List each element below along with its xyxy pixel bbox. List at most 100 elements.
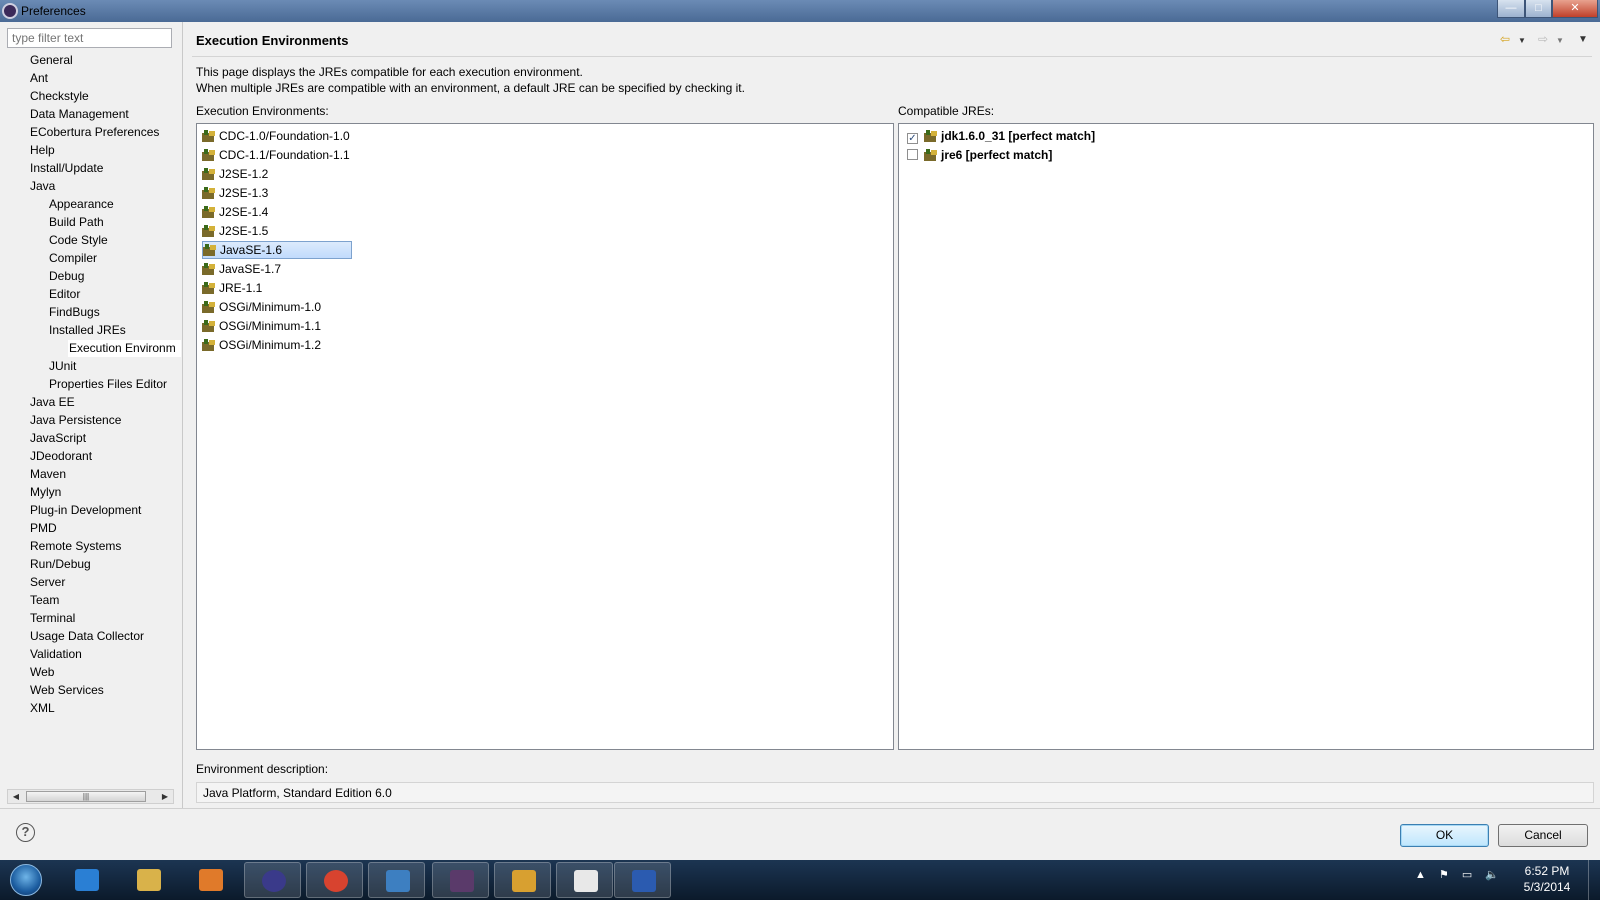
- tree-item[interactable]: Checkstyle: [30, 88, 89, 105]
- jar-library-icon: [202, 206, 217, 218]
- taskbar-app-windows-media-player[interactable]: [182, 862, 239, 898]
- jre-label: jdk1.6.0_31 [perfect match]: [941, 129, 1096, 143]
- clock-time: 6:52 PM: [1524, 864, 1570, 878]
- taskbar-app-java-ee-ide[interactable]: [432, 862, 489, 898]
- tree-item[interactable]: Java Persistence: [30, 412, 121, 429]
- environment-item[interactable]: OSGi/Minimum-1.0: [202, 298, 321, 316]
- back-arrow-icon[interactable]: ⇦: [1500, 32, 1510, 46]
- taskbar-app-notepad[interactable]: [556, 862, 613, 898]
- tree-item[interactable]: Remote Systems: [30, 538, 121, 555]
- jre-item[interactable]: ✓ jdk1.6.0_31 [perfect match]: [907, 127, 1095, 145]
- tree-item[interactable]: PMD: [30, 520, 57, 537]
- tree-item[interactable]: Plug-in Development: [30, 502, 141, 519]
- tree-item[interactable]: FindBugs: [49, 304, 100, 321]
- tree-item[interactable]: Web Services: [30, 682, 104, 699]
- environment-label: J2SE-1.4: [219, 205, 269, 219]
- tree-item[interactable]: Run/Debug: [30, 556, 91, 573]
- environments-list[interactable]: CDC-1.0/Foundation-1.0 CDC-1.1/Foundation…: [196, 123, 894, 750]
- environment-item[interactable]: JavaSE-1.6: [202, 241, 352, 259]
- tree-item[interactable]: Validation: [30, 646, 82, 663]
- environment-item[interactable]: CDC-1.0/Foundation-1.0: [202, 127, 350, 145]
- jre-checkbox[interactable]: [907, 149, 918, 160]
- scrollbar-thumb[interactable]: |||: [26, 791, 146, 802]
- footer-divider: [0, 808, 1600, 809]
- start-button[interactable]: [4, 862, 48, 898]
- tree-item[interactable]: Mylyn: [30, 484, 61, 501]
- tree-item[interactable]: Server: [30, 574, 65, 591]
- tree-item[interactable]: General: [30, 52, 73, 69]
- tree-item[interactable]: ECobertura Preferences: [30, 124, 159, 141]
- view-menu-icon[interactable]: ▼: [1578, 34, 1588, 45]
- clock[interactable]: 6:52 PM 5/3/2014: [1512, 863, 1582, 895]
- jar-library-icon: [202, 149, 217, 161]
- tree-item[interactable]: Debug: [49, 268, 84, 285]
- tree-item[interactable]: Properties Files Editor: [49, 376, 167, 393]
- sash-divider[interactable]: [182, 22, 183, 808]
- tree-item[interactable]: Compiler: [49, 250, 97, 267]
- tree-item[interactable]: Data Management: [30, 106, 129, 123]
- taskbar-app-windows-explorer[interactable]: [120, 862, 177, 898]
- tree-item[interactable]: Appearance: [49, 196, 114, 213]
- environment-item[interactable]: CDC-1.1/Foundation-1.1: [202, 146, 350, 164]
- tree-item[interactable]: Web: [30, 664, 54, 681]
- volume-icon[interactable]: 🔈: [1485, 869, 1499, 881]
- question-mark-icon[interactable]: ?: [16, 823, 35, 842]
- taskbar-app-lync[interactable]: [368, 862, 425, 898]
- scroll-left-icon[interactable]: ◀: [10, 791, 22, 802]
- google-chrome-icon: [324, 870, 348, 892]
- tree-item[interactable]: Install/Update: [30, 160, 103, 177]
- back-dropdown-icon[interactable]: ▼: [1518, 36, 1526, 45]
- tree-item[interactable]: JUnit: [49, 358, 76, 375]
- scroll-right-icon[interactable]: ▶: [159, 791, 171, 802]
- tree-item[interactable]: Editor: [49, 286, 80, 303]
- page-description: This page displays the JREs compatible f…: [196, 64, 745, 96]
- maximize-button[interactable]: □: [1525, 0, 1552, 18]
- tree-item[interactable]: Help: [30, 142, 55, 159]
- tree-item[interactable]: Ant: [30, 70, 48, 87]
- jre-item[interactable]: jre6 [perfect match]: [907, 146, 1052, 164]
- environment-label: CDC-1.0/Foundation-1.0: [219, 129, 350, 143]
- taskbar-app-eclipse[interactable]: [244, 862, 301, 898]
- forward-dropdown-icon[interactable]: ▼: [1556, 36, 1564, 45]
- taskbar-app-google-chrome[interactable]: [306, 862, 363, 898]
- tree-item[interactable]: XML: [30, 700, 55, 717]
- forward-arrow-icon[interactable]: ⇨: [1538, 32, 1548, 46]
- environment-item[interactable]: J2SE-1.2: [202, 165, 268, 183]
- compatible-jres-list[interactable]: ✓ jdk1.6.0_31 [perfect match] jre6 [perfec…: [898, 123, 1594, 750]
- environment-item[interactable]: JavaSE-1.7: [202, 260, 281, 278]
- taskbar-app-word[interactable]: [614, 862, 671, 898]
- tree-item[interactable]: Java EE: [30, 394, 75, 411]
- environment-item[interactable]: OSGi/Minimum-1.2: [202, 336, 321, 354]
- tree-item[interactable]: Maven: [30, 466, 66, 483]
- tree-item[interactable]: Execution Environm: [68, 340, 181, 357]
- tree-horizontal-scrollbar[interactable]: ◀ ||| ▶: [7, 789, 174, 804]
- tree-item[interactable]: Terminal: [30, 610, 75, 627]
- tree-item[interactable]: Usage Data Collector: [30, 628, 144, 645]
- tree-item[interactable]: Team: [30, 592, 59, 609]
- taskbar-app-outlook[interactable]: [494, 862, 551, 898]
- action-center-flag-icon[interactable]: ⚑: [1439, 869, 1449, 881]
- cancel-button[interactable]: Cancel: [1498, 824, 1588, 847]
- environment-item[interactable]: J2SE-1.5: [202, 222, 268, 240]
- show-desktop-button[interactable]: [1588, 860, 1600, 900]
- ok-button[interactable]: OK: [1400, 824, 1489, 847]
- tree-item[interactable]: Installed JREs: [49, 322, 126, 339]
- environment-item[interactable]: J2SE-1.3: [202, 184, 268, 202]
- jar-library-icon: [202, 282, 217, 294]
- environment-item[interactable]: JRE-1.1: [202, 279, 262, 297]
- taskbar-app-internet-explorer[interactable]: [58, 862, 115, 898]
- jar-library-icon: [202, 301, 217, 313]
- tree-item[interactable]: JavaScript: [30, 430, 86, 447]
- tree-item[interactable]: Build Path: [49, 214, 104, 231]
- environment-item[interactable]: OSGi/Minimum-1.1: [202, 317, 321, 335]
- jre-checkbox[interactable]: ✓: [907, 133, 918, 144]
- network-icon[interactable]: ▭: [1462, 869, 1472, 881]
- tree-item[interactable]: JDeodorant: [30, 448, 92, 465]
- minimize-button[interactable]: —: [1497, 0, 1525, 18]
- tree-item[interactable]: Code Style: [49, 232, 108, 249]
- filter-input[interactable]: [7, 28, 172, 48]
- show-hidden-icons-icon[interactable]: ▲: [1415, 869, 1426, 881]
- tree-item[interactable]: Java: [30, 178, 55, 195]
- close-button[interactable]: ✕: [1552, 0, 1598, 18]
- environment-item[interactable]: J2SE-1.4: [202, 203, 268, 221]
